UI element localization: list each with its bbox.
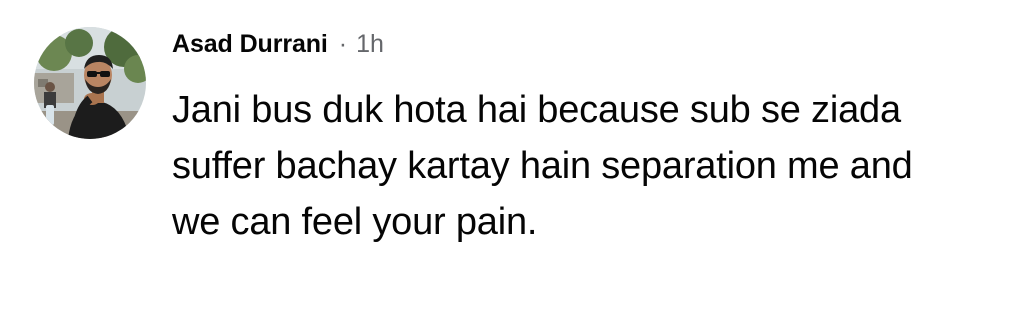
comment-timestamp[interactable]: 1h [356, 30, 384, 59]
comment-header: Asad Durrani · 1h [172, 30, 384, 64]
profile-photo-icon [34, 27, 146, 139]
comment: Asad Durrani · 1h Jani bus duk hota hai … [0, 0, 1024, 328]
avatar[interactable] [34, 27, 146, 139]
author-name[interactable]: Asad Durrani [172, 30, 328, 59]
separator-dot: · [338, 30, 348, 58]
comment-text: Jani bus duk hota hai because sub se zia… [172, 89, 913, 243]
